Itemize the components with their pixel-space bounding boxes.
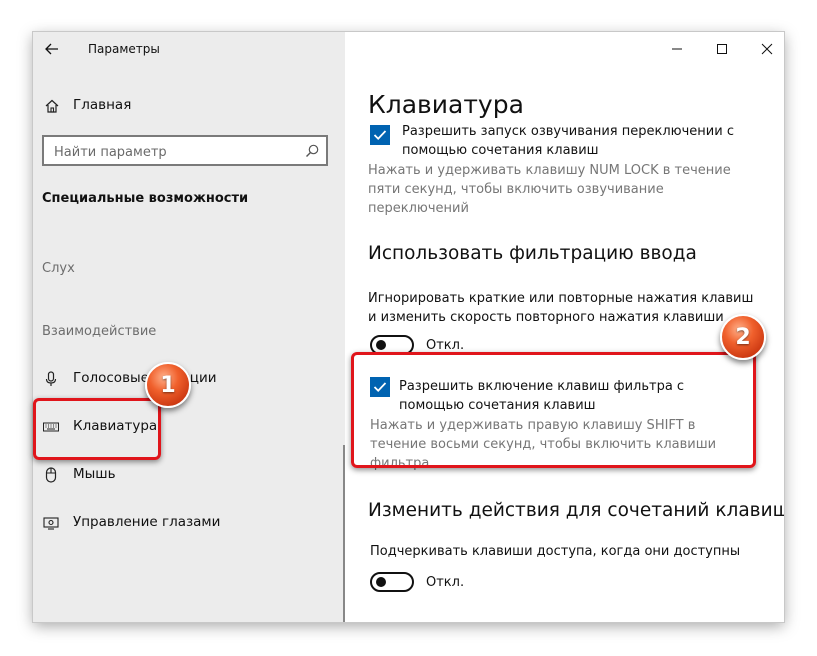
toggle-knob [376, 340, 386, 350]
underline-access-keys-toggle[interactable] [370, 572, 414, 592]
toggle-knob [376, 577, 386, 587]
underline-access-keys-toggle-state: Откл. [426, 575, 465, 590]
sidebar-item-label: Мышь [73, 466, 116, 482]
minimize-icon [672, 48, 682, 50]
home-icon [45, 99, 59, 113]
main-panel: Клавиатура Разрешить запуск озвучивания … [345, 32, 784, 622]
app-title: Параметры [88, 42, 160, 56]
filter-keys-toggle-state: Откл. [426, 338, 465, 353]
group-label-hearing: Слух [42, 261, 75, 276]
step-badge-1: 1 [145, 362, 191, 408]
settings-window: Параметры Главная Специальные возможност… [33, 32, 784, 622]
filter-keys-description: Игнорировать краткие или повторные нажат… [368, 291, 754, 325]
highlight-box-2 [351, 352, 756, 468]
toggle-keys-checkbox-label: Разрешить запуск озвучивания переключени… [402, 124, 734, 158]
microphone-icon [45, 371, 57, 386]
section-title: Специальные возможности [42, 191, 249, 206]
maximize-button[interactable] [707, 38, 737, 60]
back-button[interactable] [41, 38, 63, 60]
sidebar-item-eye-control[interactable]: Управление глазами [33, 510, 345, 536]
mouse-icon [45, 467, 57, 483]
highlight-box-1 [33, 398, 161, 460]
sidebar: Параметры Главная Специальные возможност… [33, 32, 345, 622]
step-badge-2: 2 [720, 314, 766, 360]
search-box[interactable] [42, 135, 328, 166]
sidebar-item-home[interactable]: Главная [33, 93, 345, 119]
shortcuts-heading: Изменить действия для сочетаний клавиш [368, 500, 784, 521]
checkmark-icon [373, 130, 387, 140]
eye-control-icon [43, 517, 59, 530]
page-title: Клавиатура [368, 90, 524, 119]
close-button[interactable] [752, 38, 782, 60]
toggle-keys-shortcut-checkbox[interactable] [370, 125, 390, 145]
filter-keys-heading: Использовать фильтрацию ввода [368, 243, 697, 264]
search-icon[interactable] [304, 143, 320, 159]
search-input[interactable] [52, 142, 296, 162]
sidebar-item-label: Управление глазами [73, 514, 221, 530]
sidebar-item-mouse[interactable]: Мышь [33, 462, 345, 488]
minimize-button[interactable] [662, 38, 692, 60]
close-icon [761, 43, 773, 55]
sidebar-item-label: Главная [73, 97, 132, 113]
toggle-keys-description: Нажать и удерживать клавишу NUM LOCK в т… [368, 163, 731, 216]
shortcuts-description: Подчеркивать клавиши доступа, когда они … [370, 544, 741, 559]
back-arrow-icon [45, 43, 58, 55]
maximize-icon [717, 44, 727, 54]
group-label-interaction: Взаимодействие [42, 324, 157, 339]
